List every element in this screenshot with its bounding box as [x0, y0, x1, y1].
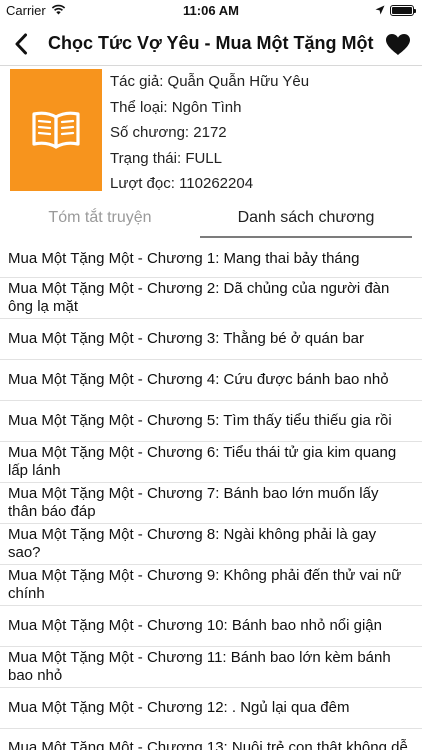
chapter-item[interactable]: Mua Một Tặng Một - Chương 2: Dã chủng củ…: [0, 278, 422, 319]
navigation-bar: Chọc Tức Vợ Yêu - Mua Một Tặng Một: [0, 22, 422, 66]
open-book-icon: [32, 111, 80, 149]
chapter-count-text: Số chương: 2172: [110, 124, 227, 141]
chapter-title: Mua Một Tặng Một - Chương 8: Ngài không …: [8, 526, 377, 561]
chapter-title: Mua Một Tặng Một - Chương 6: Tiểu thái t…: [8, 444, 397, 479]
back-button[interactable]: [8, 31, 34, 57]
genre-text: Thể loại: Ngôn Tình: [110, 98, 242, 116]
chapter-item[interactable]: Mua Một Tặng Một - Chương 10: Bánh bao n…: [0, 606, 422, 647]
chapter-item[interactable]: Mua Một Tặng Một - Chương 8: Ngài không …: [0, 524, 422, 565]
chapter-title: Mua Một Tặng Một - Chương 10: Bánh bao n…: [8, 617, 382, 634]
chapter-item[interactable]: Mua Một Tặng Một - Chương 5: Tìm thấy ti…: [0, 401, 422, 442]
chapter-title: Mua Một Tặng Một - Chương 12: . Ngủ lại …: [8, 699, 350, 716]
chapter-title: Mua Một Tặng Một - Chương 7: Bánh bao lớ…: [8, 485, 379, 520]
status-time: 11:06 AM: [183, 3, 239, 18]
tab-bar: Tóm tắt truyện Danh sách chương: [0, 200, 422, 238]
chapter-item[interactable]: Mua Một Tặng Một - Chương 6: Tiểu thái t…: [0, 442, 422, 483]
book-info: Tác giả: Quẫn Quẫn Hữu Yêu Thể loại: Ngô…: [0, 67, 422, 195]
book-cover: [10, 69, 102, 191]
chapter-title: Mua Một Tặng Một - Chương 4: Cứu được bá…: [8, 371, 389, 388]
location-arrow-icon: [375, 3, 385, 18]
chapter-item[interactable]: Mua Một Tặng Một - Chương 3: Thằng bé ở …: [0, 319, 422, 360]
page-title: Chọc Tức Vợ Yêu - Mua Một Tặng Một: [48, 33, 374, 53]
chapter-title: Mua Một Tặng Một - Chương 9: Không phải …: [8, 567, 402, 602]
chapter-list: Mua Một Tặng Một - Chương 1: Mang thai b…: [0, 240, 422, 750]
chapter-title: Mua Một Tặng Một - Chương 3: Thằng bé ở …: [8, 330, 365, 347]
status-text: Trạng thái: FULL: [110, 149, 222, 167]
chapter-item[interactable]: Mua Một Tặng Một - Chương 7: Bánh bao lớ…: [0, 483, 422, 524]
tab-chapter-list[interactable]: Danh sách chương: [200, 200, 412, 238]
chapter-item[interactable]: Mua Một Tặng Một - Chương 11: Bánh bao l…: [0, 647, 422, 688]
chapter-title: Mua Một Tặng Một - Chương 2: Dã chủng củ…: [8, 280, 390, 315]
chapter-title: Mua Một Tặng Một - Chương 1: Mang thai b…: [8, 249, 360, 267]
chapter-item[interactable]: Mua Một Tặng Một - Chương 13: Nuôi trẻ c…: [0, 729, 422, 750]
favorite-button[interactable]: [384, 31, 412, 57]
chapter-item[interactable]: Mua Một Tặng Một - Chương 9: Không phải …: [0, 565, 422, 606]
chapter-title: Mua Một Tặng Một - Chương 13: Nuôi trẻ c…: [8, 739, 408, 750]
chapter-item[interactable]: Mua Một Tặng Một - Chương 4: Cứu được bá…: [0, 360, 422, 401]
heart-icon: [386, 33, 410, 55]
views-text: Lượt đọc: 110262204: [110, 175, 254, 192]
tab-summary[interactable]: Tóm tắt truyện: [0, 200, 200, 238]
book-meta: Tác giả: Quẫn Quẫn Hữu Yêu Thể loại: Ngô…: [110, 71, 309, 199]
chapter-item[interactable]: Mua Một Tặng Một - Chương 12: . Ngủ lại …: [0, 688, 422, 729]
chapter-title: Mua Một Tặng Một - Chương 5: Tìm thấy ti…: [8, 412, 392, 429]
author-text: Tác giả: Quẫn Quẫn Hữu Yêu: [110, 73, 310, 90]
battery-icon: [390, 5, 416, 16]
status-bar: Carrier 11:06 AM: [0, 0, 422, 22]
chevron-left-icon: [15, 33, 27, 55]
chapter-title: Mua Một Tặng Một - Chương 11: Bánh bao l…: [8, 649, 391, 684]
chapter-item[interactable]: Mua Một Tặng Một - Chương 1: Mang thai b…: [0, 240, 422, 278]
